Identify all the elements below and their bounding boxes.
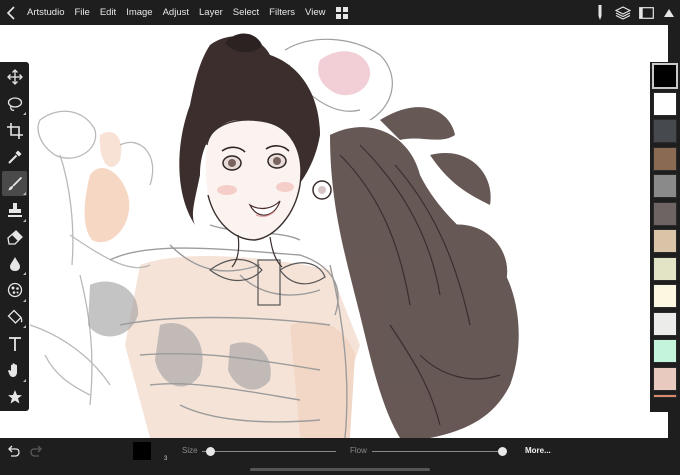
layers-icon bbox=[615, 5, 631, 20]
move-tool[interactable] bbox=[2, 65, 27, 90]
menu-view[interactable]: View bbox=[300, 0, 330, 25]
hand-icon bbox=[7, 363, 17, 378]
flow-label: Flow bbox=[350, 446, 367, 455]
color-swatch[interactable] bbox=[653, 394, 677, 398]
grid-icon bbox=[336, 6, 349, 19]
redo-icon[interactable] bbox=[30, 444, 44, 458]
color-swatch[interactable] bbox=[653, 146, 677, 171]
menu-file[interactable]: File bbox=[70, 0, 95, 25]
eraser-icon bbox=[6, 230, 23, 245]
menu-select[interactable]: Select bbox=[228, 0, 264, 25]
eyedropper-icon bbox=[7, 150, 21, 164]
brush-size-number: 3 bbox=[164, 456, 168, 462]
submenu-indicator bbox=[23, 218, 26, 222]
stamp-tool[interactable] bbox=[2, 198, 27, 223]
color-swatch[interactable] bbox=[653, 366, 677, 391]
pencil-button[interactable] bbox=[589, 0, 611, 25]
crop-icon bbox=[6, 122, 23, 139]
flow-slider-knob[interactable] bbox=[497, 447, 507, 456]
lasso-icon bbox=[7, 97, 22, 111]
color-swatch[interactable] bbox=[653, 119, 677, 143]
brush-icon bbox=[8, 176, 22, 191]
bucket-icon bbox=[7, 309, 22, 324]
fill-tool[interactable] bbox=[2, 304, 27, 329]
bottom-bar: 3 Size Flow More... bbox=[0, 438, 680, 475]
color-palette bbox=[650, 62, 680, 412]
back-button[interactable] bbox=[0, 0, 22, 25]
grid-button[interactable] bbox=[334, 0, 350, 25]
size-slider-knob[interactable] bbox=[205, 447, 215, 456]
submenu-indicator bbox=[23, 298, 26, 302]
brush-color-preview[interactable] bbox=[133, 442, 151, 460]
undo-icon[interactable] bbox=[6, 444, 20, 458]
blur-tool[interactable] bbox=[2, 251, 27, 276]
color-swatch[interactable] bbox=[652, 63, 678, 89]
chevron-left-icon bbox=[6, 5, 15, 20]
flow-slider-track[interactable] bbox=[372, 451, 502, 452]
smudge-icon bbox=[7, 283, 22, 298]
artwork-sketch bbox=[29, 33, 519, 438]
home-indicator bbox=[250, 468, 430, 471]
submenu-indicator bbox=[23, 192, 26, 196]
eyedropper-tool[interactable] bbox=[2, 145, 27, 170]
menu-bar: Artstudio File Edit Image Adjust Layer S… bbox=[0, 0, 680, 25]
header-right-icons bbox=[588, 0, 680, 25]
menu-image[interactable]: Image bbox=[121, 0, 157, 25]
drop-icon bbox=[9, 256, 20, 271]
menu-layer[interactable]: Layer bbox=[194, 0, 228, 25]
menu-adjust[interactable]: Adjust bbox=[158, 0, 194, 25]
fullscreen-button[interactable] bbox=[635, 0, 657, 25]
menu-artstudio[interactable]: Artstudio bbox=[22, 0, 70, 25]
menu-filters[interactable]: Filters bbox=[264, 0, 300, 25]
move-icon bbox=[6, 69, 23, 86]
hide-ui-button[interactable] bbox=[658, 0, 680, 25]
drawing-canvas[interactable] bbox=[0, 25, 668, 438]
layers-button[interactable] bbox=[612, 0, 634, 25]
color-swatch[interactable] bbox=[653, 256, 677, 281]
hand-tool[interactable] bbox=[2, 358, 27, 383]
size-slider-track[interactable] bbox=[202, 451, 336, 452]
text-icon bbox=[8, 336, 21, 351]
submenu-indicator bbox=[23, 378, 26, 382]
color-swatch[interactable] bbox=[653, 229, 677, 253]
more-button[interactable]: More... bbox=[525, 446, 551, 455]
color-swatch[interactable] bbox=[653, 174, 677, 198]
smudge-tool[interactable] bbox=[2, 278, 27, 303]
menu-edit[interactable]: Edit bbox=[95, 0, 121, 25]
hide-ui-icon bbox=[664, 8, 674, 17]
stamp-icon bbox=[7, 203, 22, 218]
color-swatch[interactable] bbox=[653, 339, 677, 363]
pencil-icon bbox=[598, 4, 602, 20]
submenu-indicator bbox=[23, 325, 26, 329]
submenu-indicator bbox=[23, 112, 26, 116]
crop-tool[interactable] bbox=[2, 118, 27, 143]
color-swatch[interactable] bbox=[653, 201, 677, 226]
color-swatch[interactable] bbox=[653, 284, 677, 308]
tool-bar bbox=[0, 62, 29, 411]
text-tool[interactable] bbox=[2, 331, 27, 356]
color-swatch[interactable] bbox=[653, 311, 677, 336]
brush-tool[interactable] bbox=[2, 171, 27, 197]
size-label: Size bbox=[182, 446, 198, 455]
submenu-indicator bbox=[23, 272, 26, 276]
favorites-tool[interactable] bbox=[2, 384, 27, 409]
color-swatch[interactable] bbox=[653, 91, 677, 116]
eraser-tool[interactable] bbox=[2, 225, 27, 250]
star-icon bbox=[7, 389, 22, 404]
lasso-tool[interactable] bbox=[2, 92, 27, 117]
fullscreen-icon bbox=[638, 6, 654, 19]
